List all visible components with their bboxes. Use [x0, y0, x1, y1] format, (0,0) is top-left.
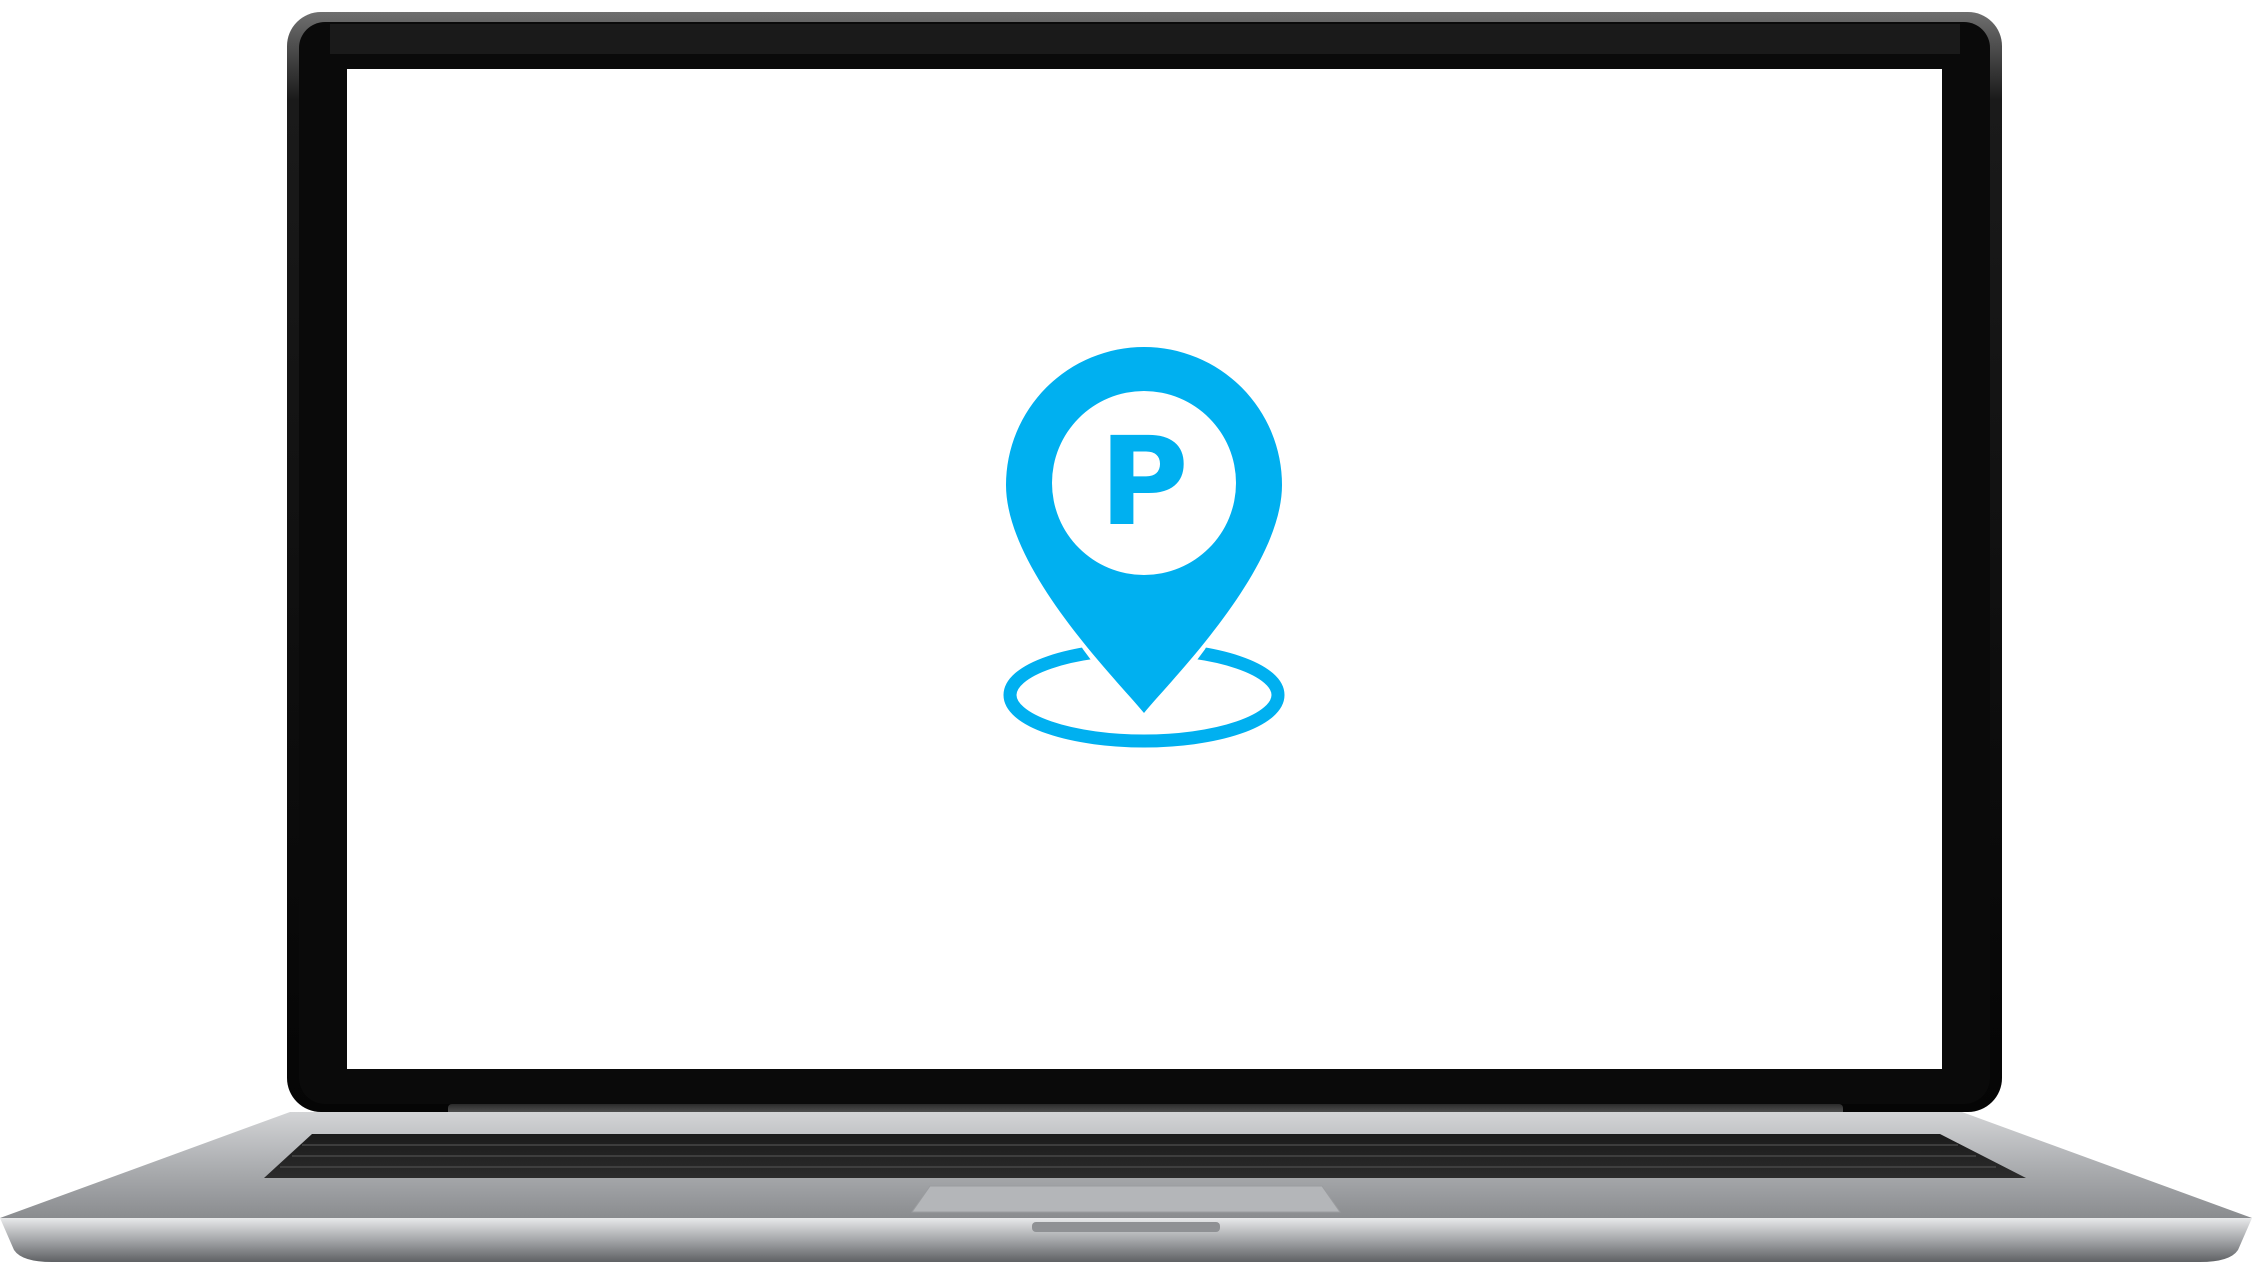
parking-location-pin-icon: P: [1003, 347, 1285, 748]
parking-letter: P: [1099, 411, 1188, 553]
bezel-glare: [330, 24, 1960, 54]
scene: P: [0, 0, 2252, 1262]
trackpad: [911, 1185, 1341, 1213]
lid-opening-notch: [1032, 1222, 1220, 1232]
